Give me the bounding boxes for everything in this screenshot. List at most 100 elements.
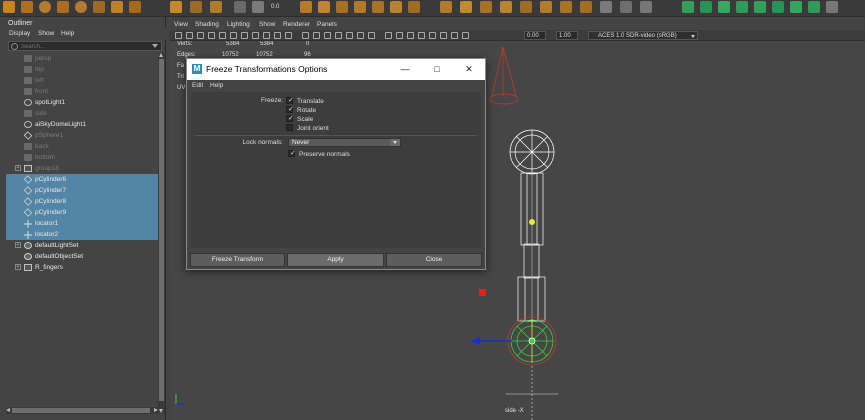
lower-joint-sphere[interactable] <box>507 316 557 366</box>
outliner-horizontal-scrollbar[interactable] <box>6 407 158 414</box>
close-shelf-icon[interactable] <box>826 1 838 13</box>
close-button[interactable]: Close <box>386 253 482 267</box>
outliner-item-pcylinder7[interactable]: pCylinder7 <box>6 185 158 196</box>
bend-icon[interactable] <box>190 1 202 13</box>
joint-orient-checkbox[interactable] <box>286 124 293 131</box>
pipe-icon[interactable] <box>129 1 141 13</box>
green-tool-5-icon[interactable] <box>754 1 766 13</box>
smooth-shade-icon[interactable] <box>313 32 320 39</box>
freeze-transform-button[interactable]: Freeze Transform <box>190 253 285 267</box>
outliner-vertical-scrollbar[interactable] <box>158 53 165 413</box>
extrude-icon[interactable] <box>300 1 312 13</box>
outliner-item-top[interactable]: top <box>6 64 158 75</box>
wireframe-icon[interactable] <box>302 32 309 39</box>
torus-icon[interactable] <box>75 1 87 13</box>
safe-title-icon[interactable] <box>285 32 292 39</box>
outliner-item-left[interactable]: left <box>6 75 158 86</box>
lattice-icon[interactable] <box>210 1 222 13</box>
outliner-item-defaultlightset[interactable]: + defaultLightSet <box>6 240 158 251</box>
menu-panels[interactable]: Panels <box>317 21 337 28</box>
camera-attr-icon[interactable] <box>186 32 193 39</box>
outliner-item-pcylinder9[interactable]: pCylinder9 <box>6 207 158 218</box>
menu-edit[interactable]: Edit <box>192 82 203 89</box>
outliner-item-aiskydomelight1[interactable]: aiSkyDomeLight1 <box>6 119 158 130</box>
cone-icon[interactable] <box>111 1 123 13</box>
weld-icon[interactable] <box>500 1 512 13</box>
merge-icon[interactable] <box>480 1 492 13</box>
menu-show[interactable]: Show <box>38 30 54 37</box>
upper-joint-sphere[interactable] <box>509 129 555 175</box>
green-tool-7-icon[interactable] <box>790 1 802 13</box>
bridge-icon[interactable] <box>336 1 348 13</box>
isolate-icon[interactable] <box>418 32 425 39</box>
outliner-item-pcylinder6[interactable]: pCylinder6 <box>6 174 158 185</box>
menu-lighting[interactable]: Lighting <box>227 21 250 28</box>
cylinder-icon[interactable] <box>57 1 69 13</box>
mirror-icon[interactable] <box>408 1 420 13</box>
camera-select-icon[interactable] <box>175 32 182 39</box>
outliner-item-spotlight1[interactable]: spotLight1 <box>6 97 158 108</box>
outliner-item-psphere1[interactable]: pSphere1 <box>6 130 158 141</box>
outliner-item-bottom[interactable]: bottom <box>6 152 158 163</box>
bevel-icon[interactable] <box>318 1 330 13</box>
motion-blur-icon[interactable] <box>385 32 392 39</box>
boolean-icon[interactable] <box>440 1 452 13</box>
cube-icon[interactable] <box>21 1 33 13</box>
fill-hole-icon[interactable] <box>460 1 472 13</box>
exposure-icon[interactable] <box>462 32 469 39</box>
safe-action-icon[interactable] <box>274 32 281 39</box>
film-gate-icon[interactable] <box>230 32 237 39</box>
limb-cylinders[interactable] <box>517 172 546 326</box>
field-chart-icon[interactable] <box>263 32 270 39</box>
uv-editor-icon[interactable] <box>580 1 592 13</box>
green-tool-8-icon[interactable] <box>808 1 820 13</box>
outliner-item-pcylinder8[interactable]: pCylinder8 <box>6 196 158 207</box>
outliner-item-locator1[interactable]: locator1 <box>6 218 158 229</box>
scroll-down-arrow-icon[interactable] <box>159 409 163 413</box>
gamma-field[interactable]: 1.00 <box>556 31 578 40</box>
outliner-item-locator2[interactable]: locator2 <box>6 229 158 240</box>
lock-normals-select[interactable]: Never <box>288 138 401 147</box>
minimize-icon[interactable]: — <box>399 63 411 75</box>
apply-button[interactable]: Apply <box>287 253 384 267</box>
green-tool-1-icon[interactable] <box>682 1 694 13</box>
outliner-item-front[interactable]: front <box>6 86 158 97</box>
close-icon[interactable]: ✕ <box>463 63 475 75</box>
maximize-icon[interactable]: □ <box>431 63 443 75</box>
menu-shading[interactable]: Shading <box>195 21 219 28</box>
lasso-icon[interactable] <box>620 1 632 13</box>
backface-icon[interactable] <box>451 32 458 39</box>
translate-checkbox[interactable]: ✓ <box>286 97 294 104</box>
preserve-normals-checkbox[interactable]: ✓ <box>288 150 296 157</box>
bookmark-icon[interactable] <box>197 32 204 39</box>
dialog-titlebar[interactable]: M Freeze Transformations Options — □ ✕ <box>187 59 485 80</box>
menu-show[interactable]: Show <box>259 21 275 28</box>
search-options-chevron-down-icon[interactable] <box>152 44 158 48</box>
outliner-item-persp[interactable]: persp <box>6 53 158 64</box>
expand-icon[interactable]: + <box>15 264 21 270</box>
sculpt-icon[interactable] <box>640 1 652 13</box>
red-locator-marker[interactable] <box>479 289 486 296</box>
outliner-item-group18[interactable]: + group18 <box>6 163 158 174</box>
target-weld-icon[interactable] <box>560 1 572 13</box>
pivot-point-yellow[interactable] <box>529 219 535 225</box>
grid-icon[interactable] <box>219 32 226 39</box>
aa-icon[interactable] <box>396 32 403 39</box>
separate-icon[interactable] <box>372 1 384 13</box>
outliner-item-side[interactable]: side <box>6 108 158 119</box>
scroll-up-arrow-icon[interactable] <box>159 53 163 57</box>
outliner-search[interactable] <box>8 41 162 51</box>
ao-icon[interactable] <box>368 32 375 39</box>
expand-icon[interactable]: + <box>15 242 21 248</box>
menu-renderer[interactable]: Renderer <box>283 21 310 28</box>
scroll-right-arrow-icon[interactable] <box>154 408 158 412</box>
menu-display[interactable]: Display <box>9 30 30 37</box>
exposure-field[interactable]: 0.00 <box>524 31 546 40</box>
scroll-thumb-horizontal[interactable] <box>12 408 150 413</box>
image-plane-icon[interactable] <box>208 32 215 39</box>
scroll-left-arrow-icon[interactable] <box>6 408 10 412</box>
outliner-item-r_fingers[interactable]: + R_fingers <box>6 262 158 273</box>
spotlight-gizmo[interactable] <box>489 46 519 105</box>
menu-help[interactable]: Help <box>210 82 223 89</box>
green-tool-2-icon[interactable] <box>700 1 712 13</box>
